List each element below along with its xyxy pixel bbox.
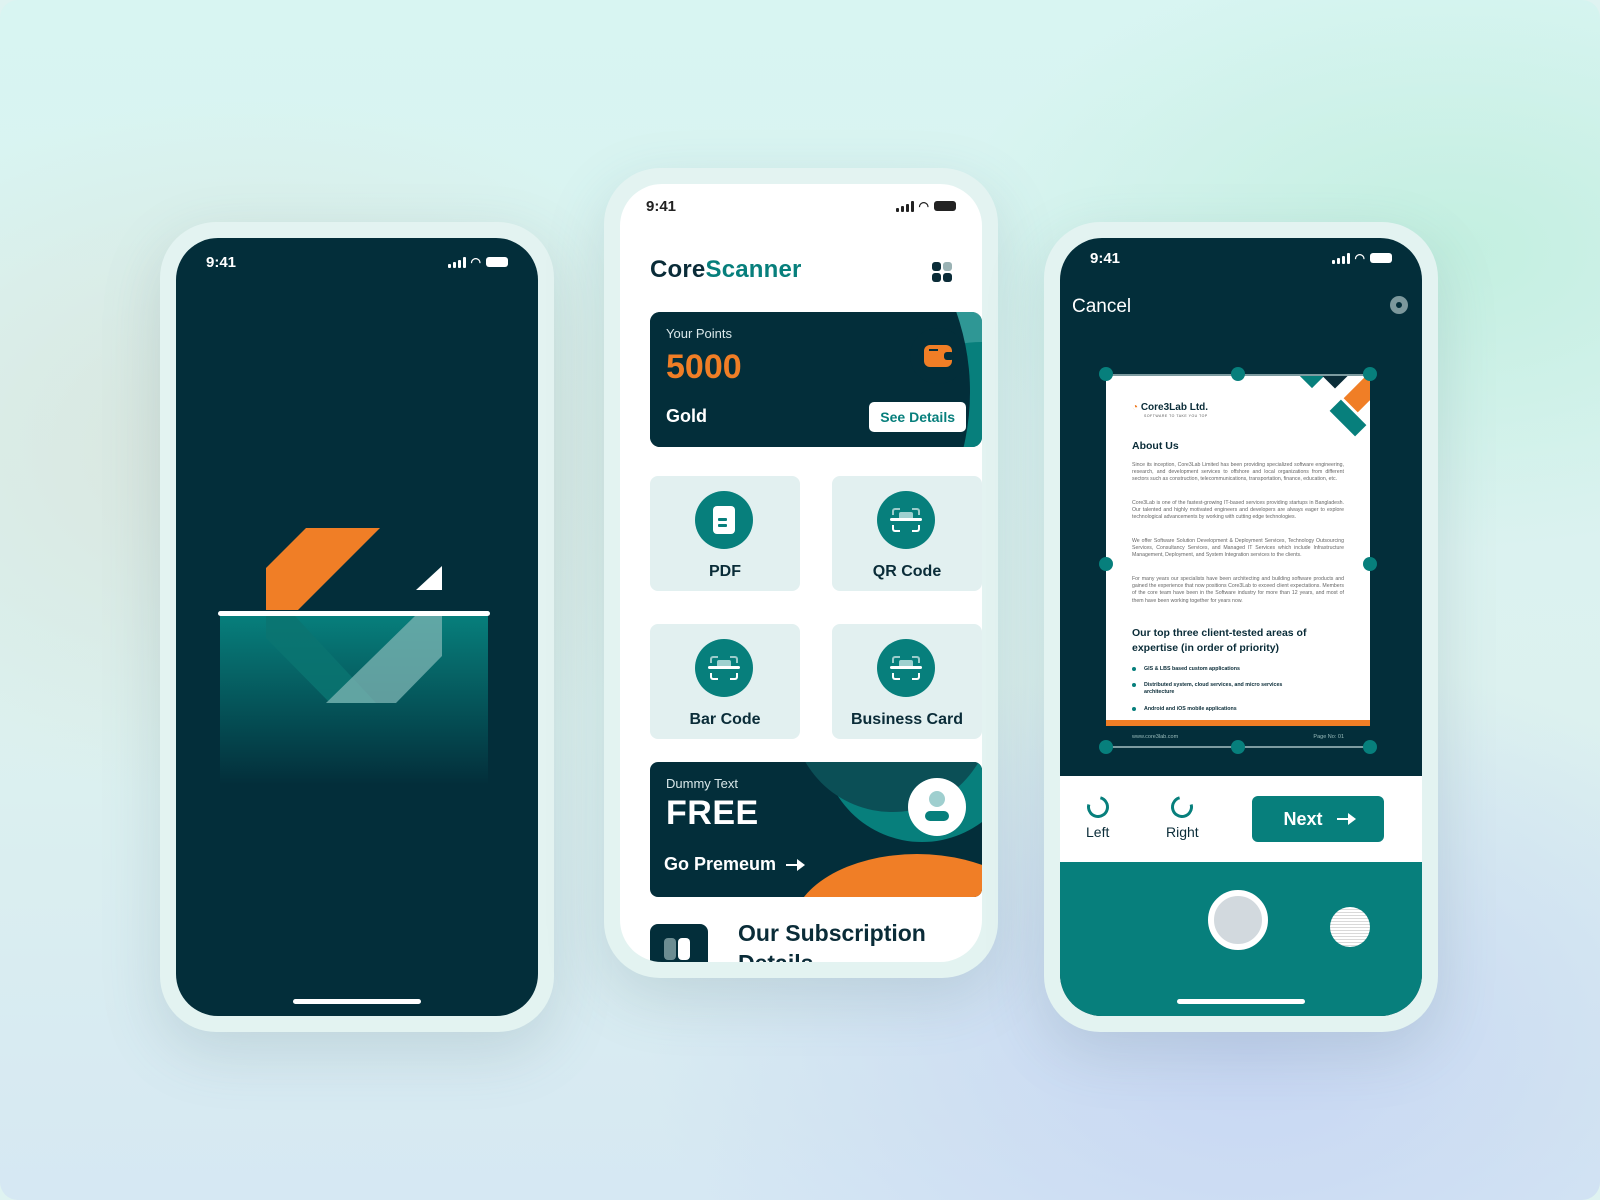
rotate-left-button[interactable]: Left: [1082, 791, 1113, 840]
document-bullet: Android and iOS mobile applications: [1132, 706, 1332, 713]
home-phone: 9:41 ◠ CoreScanner Your Points 5000 Gold…: [604, 168, 998, 978]
points-card: Your Points 5000 Gold See Details: [650, 312, 982, 447]
logo-white-tip: [416, 566, 442, 590]
scanner-phone: 9:41 ◠ Cancel ◔ Core3Lab Ltd. SOFTWARE T…: [1044, 222, 1438, 1032]
edit-toolbar: Left Right Next: [1060, 776, 1422, 862]
status-time: 9:41: [646, 197, 677, 215]
rotate-right-button[interactable]: Right: [1166, 791, 1199, 840]
tile-label: QR Code: [872, 563, 942, 580]
crop-handle[interactable]: [1099, 367, 1113, 381]
scan-icon: [708, 656, 740, 680]
settings-gear-icon[interactable]: [1390, 296, 1408, 314]
subscription-icon: [650, 924, 708, 962]
document-paragraph: Core3Lab is one of the fastest-growing I…: [1132, 500, 1344, 521]
tile-qr-code[interactable]: QR Code: [832, 476, 982, 591]
home-indicator: [1177, 999, 1305, 1004]
tile-label: Bar Code: [689, 711, 761, 728]
points-tier: Gold: [666, 406, 707, 426]
document-company: ◔ Core3Lab Ltd.: [1132, 402, 1209, 413]
document-paragraph: Since its inception, Core3Lab Limited ha…: [1132, 462, 1344, 483]
next-button[interactable]: Next: [1252, 796, 1384, 842]
tile-bar-code[interactable]: Bar Code: [650, 624, 800, 739]
premium-promo-card[interactable]: Dummy Text FREE Go Premeum: [650, 762, 982, 897]
signal-icon: [1331, 252, 1350, 264]
menu-grid-icon[interactable]: [932, 262, 952, 282]
battery-icon: [934, 201, 956, 211]
battery-icon: [486, 257, 508, 267]
scanned-document: ◔ Core3Lab Ltd. SOFTWARE TO TAKE YOU TOP…: [1106, 374, 1370, 748]
cancel-button[interactable]: Cancel: [1072, 296, 1131, 318]
splash-screen: 9:41 ◠: [176, 238, 538, 1016]
wallet-icon: [910, 328, 966, 384]
tile-label: PDF: [709, 563, 741, 580]
shutter-button[interactable]: [1208, 890, 1268, 950]
status-bar: 9:41 ◠: [620, 184, 982, 228]
scan-icon: [890, 656, 922, 680]
battery-icon: [1370, 253, 1392, 263]
go-premium-link[interactable]: Go Premeum: [664, 854, 806, 875]
arrow-right-icon: [1336, 813, 1356, 825]
points-label: Your Points: [666, 326, 733, 341]
document-icon: [713, 506, 735, 534]
signal-icon: [447, 256, 466, 268]
status-bar: 9:41 ◠: [176, 240, 538, 284]
arrow-right-icon: [786, 858, 806, 871]
document-heading: About Us: [1132, 440, 1179, 452]
crop-handle[interactable]: [1099, 557, 1113, 571]
home-indicator: [293, 999, 421, 1004]
promo-title: FREE: [666, 794, 759, 832]
crop-handle[interactable]: [1231, 740, 1245, 754]
document-paragraph: We offer Software Solution Development &…: [1132, 538, 1344, 559]
crop-handle[interactable]: [1363, 740, 1377, 754]
signal-icon: [895, 200, 914, 212]
see-details-button[interactable]: See Details: [869, 402, 966, 432]
subscription-title: Our Subscription Details: [738, 920, 926, 962]
crop-handle[interactable]: [1231, 367, 1245, 381]
camera-controls: [1060, 862, 1422, 1016]
status-time: 9:41: [1090, 249, 1121, 267]
crop-handle[interactable]: [1099, 740, 1113, 754]
document-tagline: SOFTWARE TO TAKE YOU TOP: [1144, 414, 1208, 418]
tile-business-card[interactable]: Business Card: [832, 624, 982, 739]
app-title: CoreScanner: [650, 256, 802, 283]
scanner-screen: 9:41 ◠ Cancel ◔ Core3Lab Ltd. SOFTWARE T…: [1060, 238, 1422, 1016]
document-bullet: GIS & LBS based custom applications: [1132, 666, 1332, 673]
logo-line: [218, 611, 490, 616]
splash-phone: 9:41 ◠: [160, 222, 554, 1032]
last-scan-thumbnail[interactable]: [1330, 907, 1370, 947]
document-bullet: Distributed system, cloud services, and …: [1132, 682, 1312, 696]
rotate-left-icon: [1082, 791, 1113, 823]
rotate-right-icon: [1167, 791, 1198, 823]
points-value: 5000: [666, 348, 742, 386]
logo-orange-shape: [266, 528, 380, 610]
user-avatar-icon: [908, 778, 966, 836]
wifi-icon: ◠: [1354, 251, 1365, 265]
home-screen: 9:41 ◠ CoreScanner Your Points 5000 Gold…: [620, 184, 982, 962]
tile-label: Business Card: [850, 711, 964, 728]
document-paragraph: For many years our specialists have been…: [1132, 576, 1344, 604]
promo-label: Dummy Text: [666, 776, 738, 791]
status-time: 9:41: [206, 253, 237, 271]
wifi-icon: ◠: [470, 255, 481, 269]
document-subheading: Our top three client-tested areas of exp…: [1132, 627, 1307, 654]
wifi-icon: ◠: [918, 199, 929, 213]
scan-icon: [890, 508, 922, 532]
tile-pdf[interactable]: PDF: [650, 476, 800, 591]
status-bar: 9:41 ◠: [1060, 238, 1422, 280]
crop-handle[interactable]: [1363, 367, 1377, 381]
app-logo: [218, 528, 490, 785]
crop-handle[interactable]: [1363, 557, 1377, 571]
